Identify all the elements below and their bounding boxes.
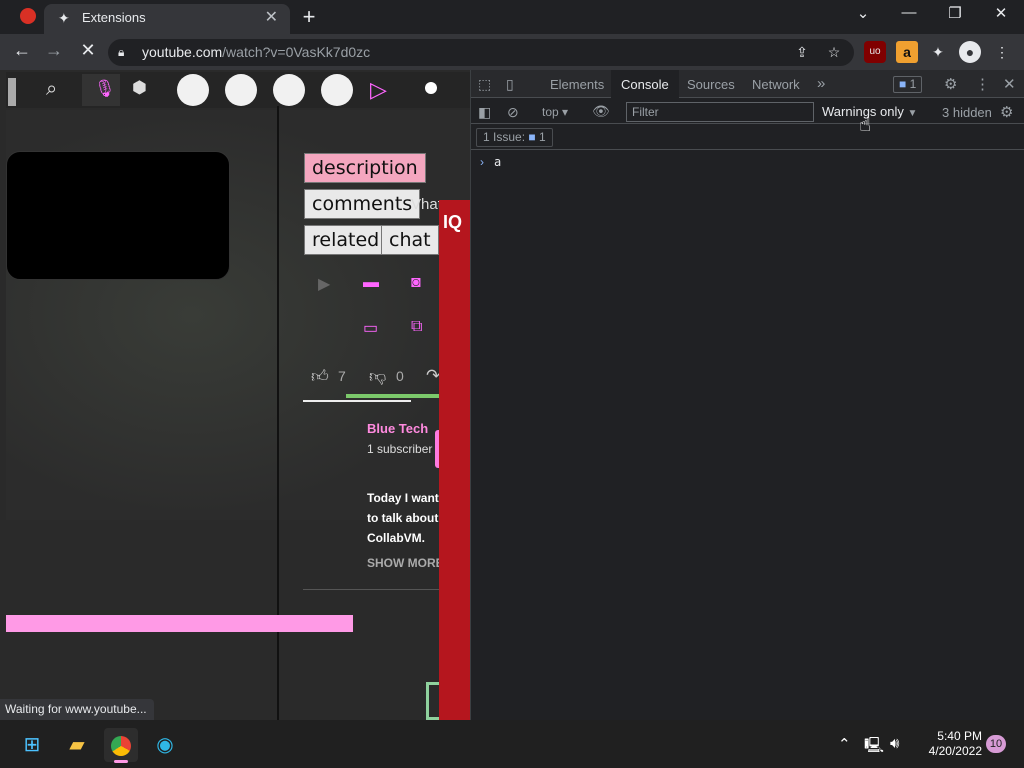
- overflow-text: Vhat: [411, 196, 439, 213]
- forward-icon[interactable]: →: [42, 40, 66, 61]
- theater-icon[interactable]: ▭: [363, 318, 378, 338]
- system-clock[interactable]: 5:40 PM 4/20/2022: [920, 729, 982, 759]
- minimize-button[interactable]: —: [894, 4, 924, 21]
- new-tab-button[interactable]: +: [299, 4, 319, 30]
- issue-message-icon: ■: [528, 130, 536, 144]
- dislike-count: 0: [396, 368, 404, 384]
- volume-icon[interactable]: 🔊︎: [890, 735, 899, 752]
- chrome-taskbar-icon[interactable]: [104, 728, 138, 762]
- iq-side-panel[interactable]: [439, 200, 470, 720]
- console-input[interactable]: a: [494, 155, 501, 169]
- chrome-app-icon[interactable]: [20, 8, 36, 24]
- issues-counter[interactable]: ■ 1: [893, 76, 923, 93]
- issues-bar: [471, 125, 1024, 150]
- devtools-tab-console[interactable]: Console: [611, 70, 679, 99]
- thumbs-down-icon[interactable]: 👎︎: [369, 366, 386, 387]
- devtools-tab-elements[interactable]: Elements: [550, 77, 604, 92]
- context-selector[interactable]: top ▾: [542, 105, 568, 119]
- circle-button-2[interactable]: [225, 74, 257, 106]
- amazon-extension-icon[interactable]: a: [896, 41, 918, 63]
- windows-start-icon[interactable]: ⊞: [15, 728, 49, 762]
- hidden-messages-count: 3 hidden: [942, 105, 992, 120]
- active-app-indicator: [114, 760, 128, 763]
- status-bubble: Waiting for www.youtube...: [0, 699, 154, 720]
- profile-avatar-icon[interactable]: ●: [959, 41, 981, 63]
- like-bar-track: [303, 400, 411, 402]
- play-small-icon[interactable]: ▶: [318, 274, 330, 294]
- progress-bar[interactable]: [6, 615, 353, 632]
- issues-button[interactable]: 1 Issue: ■ 1: [476, 128, 553, 147]
- clear-console-icon[interactable]: ⊘: [507, 104, 519, 121]
- console-prompt-icon: ›: [480, 155, 484, 169]
- like-count: 7: [338, 368, 346, 384]
- circle-button-4[interactable]: [321, 74, 353, 106]
- circle-button-3[interactable]: [273, 74, 305, 106]
- sidebar-toggle-icon[interactable]: ◧: [478, 104, 491, 121]
- thumbs-up-icon[interactable]: 👍︎: [311, 366, 329, 387]
- tab-description[interactable]: description: [304, 153, 426, 183]
- green-corner-element: [426, 682, 439, 720]
- lock-icon[interactable]: 🔒︎: [118, 45, 124, 60]
- close-window-button[interactable]: ✕: [986, 4, 1016, 22]
- clock-date: 4/20/2022: [928, 744, 982, 758]
- circle-button-1[interactable]: [177, 74, 209, 106]
- miniplayer-icon[interactable]: ▬: [363, 274, 379, 292]
- settings-gear-icon[interactable]: ⚙: [944, 75, 957, 93]
- share-arrow-icon[interactable]: ↷: [426, 366, 439, 386]
- devtools-menu-icon[interactable]: ⋮: [975, 75, 990, 93]
- tab-title: Extensions: [82, 10, 146, 25]
- url-text[interactable]: youtube.com/watch?v=0VasKk7d0zc: [142, 44, 370, 60]
- extensions-puzzle-icon[interactable]: ✦: [927, 41, 949, 63]
- show-more-button[interactable]: SHOW MORE: [367, 556, 439, 570]
- notification-badge[interactable]: 10: [986, 735, 1006, 753]
- tray-chevron-icon[interactable]: ⌃: [838, 735, 851, 753]
- ublock-extension-icon[interactable]: uo: [864, 41, 886, 63]
- popout-icon[interactable]: ⧉: [411, 318, 422, 336]
- back-icon[interactable]: ←: [10, 40, 34, 61]
- chrome-menu-icon[interactable]: ⋮: [991, 41, 1013, 63]
- devtools-panel: [470, 70, 1024, 720]
- tag-icon[interactable]: ⬢: [132, 78, 147, 98]
- puzzle-icon: ✦: [58, 10, 70, 26]
- channel-name[interactable]: Blue Tech: [367, 421, 428, 436]
- devtools-tab-network[interactable]: Network: [752, 77, 800, 92]
- stop-loading-icon[interactable]: ✕: [76, 40, 100, 61]
- console-settings-icon[interactable]: ⚙: [1000, 103, 1013, 121]
- mic-icon[interactable]: 🎙︎: [94, 79, 116, 99]
- subscriber-count: 1 subscriber: [367, 442, 433, 456]
- tab-close-icon[interactable]: ✕: [265, 7, 278, 27]
- tab-related[interactable]: related: [304, 225, 388, 255]
- tab-extensions[interactable]: ✦ Extensions ✕: [44, 4, 290, 34]
- share-icon[interactable]: ⇪: [791, 41, 813, 63]
- search-icon[interactable]: ⌕: [46, 78, 57, 101]
- iq-label: IQ: [443, 212, 463, 232]
- more-tabs-icon[interactable]: »: [817, 75, 825, 92]
- restore-button[interactable]: ❐: [940, 4, 970, 22]
- live-expression-eye-icon[interactable]: 👁︎: [592, 103, 610, 120]
- message-icon: ■: [899, 77, 907, 91]
- bookmark-star-icon[interactable]: ☆: [823, 41, 845, 63]
- edge-browser-icon[interactable]: ◉: [148, 728, 182, 762]
- scroll-handle[interactable]: [8, 78, 16, 106]
- network-icon[interactable]: 🖳︎: [864, 735, 884, 760]
- video-description: Today I want to talk about CollabVM.: [367, 491, 439, 545]
- tab-chat[interactable]: chat: [381, 225, 439, 255]
- play-icon[interactable]: ▷: [370, 77, 387, 103]
- section-divider: [303, 589, 439, 590]
- devtools-close-icon[interactable]: ✕: [1003, 75, 1016, 93]
- tab-search-icon[interactable]: ⌄: [848, 4, 878, 22]
- console-filter-input[interactable]: Filter: [626, 102, 814, 122]
- file-explorer-icon[interactable]: ▰: [60, 728, 94, 762]
- video-thumbnail[interactable]: [6, 151, 230, 280]
- tab-comments[interactable]: comments: [304, 189, 421, 219]
- inspect-element-icon[interactable]: ⬚: [478, 76, 491, 93]
- devtools-tab-sources[interactable]: Sources: [687, 77, 735, 92]
- camera-icon[interactable]: ◙: [411, 274, 421, 292]
- clock-time: 5:40 PM: [937, 729, 982, 743]
- record-icon[interactable]: [425, 82, 437, 94]
- device-toolbar-icon[interactable]: ▯: [506, 76, 514, 93]
- like-ratio-bar: [346, 394, 439, 398]
